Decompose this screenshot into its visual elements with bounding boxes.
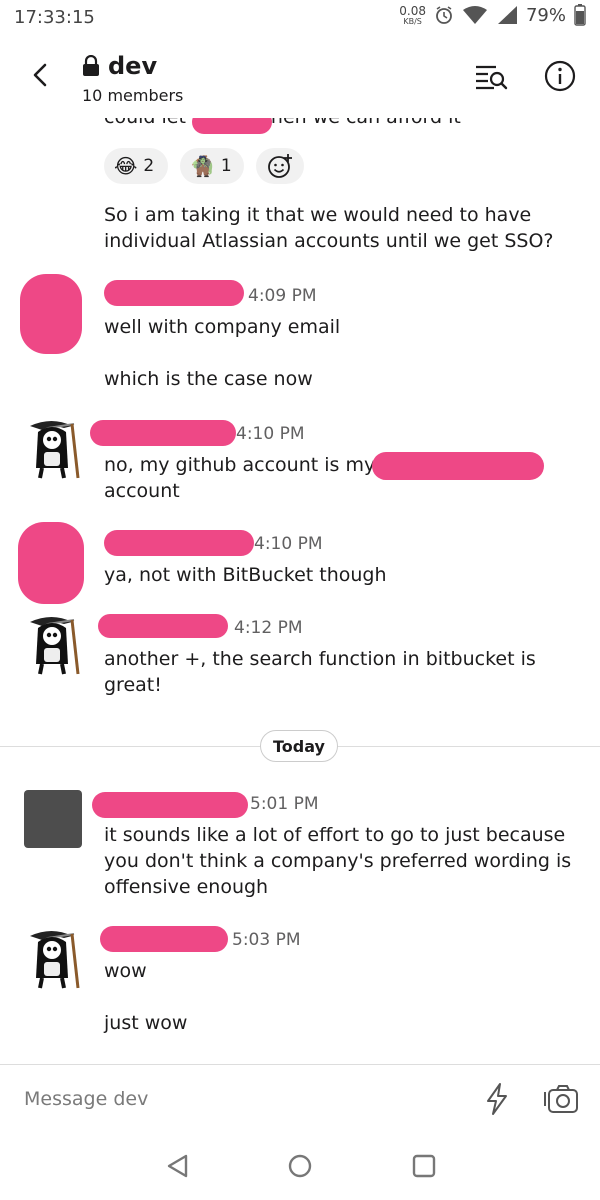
camera-icon [544, 1085, 578, 1113]
joy-emoji-icon: 😂 [114, 154, 138, 178]
reaction-count: 2 [143, 156, 155, 176]
battery-icon [574, 4, 586, 26]
battery-percent: 79% [525, 4, 566, 26]
info-icon [544, 60, 576, 92]
reaction-joy[interactable]: 😂 2 [104, 148, 168, 184]
add-reaction-button[interactable] [256, 148, 304, 184]
reaction-row: 😂 2 🧌 1 [104, 148, 304, 184]
member-count[interactable]: 10 members [82, 86, 183, 105]
message-text: no, my github account is my [104, 454, 376, 476]
message-text: So i am taking it that we would need to … [104, 204, 554, 252]
message-timestamp: 5:03 PM [232, 930, 301, 950]
message-text: ya, not with BitBucket though [104, 564, 387, 586]
redacted-name [90, 420, 236, 446]
alarm-icon [436, 6, 452, 24]
reaction-trollface[interactable]: 🧌 1 [180, 148, 244, 184]
message-timestamp: 4:12 PM [234, 618, 303, 638]
message-text: well with company email [104, 316, 341, 338]
lightning-icon [487, 1083, 507, 1115]
message-text: great! [104, 674, 162, 696]
message-timestamp: 5:01 PM [250, 794, 319, 814]
channel-name: dev [108, 52, 158, 80]
message-timestamp: 4:10 PM [254, 534, 323, 554]
reaction-count: 1 [220, 156, 232, 176]
message-feed[interactable]: could let go and then we can afford it 😂… [0, 118, 600, 1066]
redacted-name [92, 792, 248, 818]
triangle-back-icon [167, 1154, 188, 1178]
circle-home-icon [288, 1154, 312, 1178]
message-text: it sounds like a lot of effort to go to … [104, 824, 566, 846]
shortcuts-button[interactable] [482, 1082, 512, 1116]
grim-reaper-avatar[interactable] [22, 418, 84, 482]
square-recents-icon [412, 1154, 436, 1178]
info-button[interactable] [544, 60, 576, 92]
message-timestamp: 4:09 PM [248, 286, 317, 306]
cut-off-message-text: could let go and then we can afford it [104, 118, 461, 128]
message-text: wow [104, 960, 147, 982]
status-icons: 0.08 KB/S 79% [399, 4, 586, 26]
status-bar: 17:33:15 0.08 KB/S 79% [0, 0, 600, 38]
message-text: you don't think a company's preferred wo… [104, 850, 572, 872]
system-nav-bar [0, 1130, 600, 1200]
message-text: account [104, 480, 180, 502]
status-time: 17:33:15 [14, 7, 95, 28]
channel-title[interactable]: dev [82, 52, 157, 80]
message-text: just wow [104, 1012, 188, 1034]
day-divider-label: Today [260, 730, 338, 762]
attach-button[interactable] [542, 1082, 580, 1116]
message-text: another +, the search function in bitbuc… [104, 648, 536, 670]
grim-reaper-avatar[interactable] [22, 928, 84, 992]
network-speed: 0.08 KB/S [399, 5, 426, 26]
avatar[interactable] [24, 790, 82, 848]
redacted-name [98, 614, 228, 638]
net-speed-unit: KB/S [403, 16, 422, 26]
back-button[interactable] [28, 60, 52, 90]
redacted-name [104, 280, 244, 306]
signal-icon [497, 6, 517, 24]
nav-home-button[interactable] [286, 1152, 314, 1180]
lock-icon [83, 55, 99, 76]
search-button[interactable] [474, 62, 508, 90]
add-reaction-icon [268, 154, 292, 178]
message-composer [0, 1064, 600, 1130]
nav-recents-button[interactable] [410, 1152, 438, 1180]
wifi-icon [462, 6, 487, 24]
redacted-text [372, 452, 544, 480]
avatar[interactable] [20, 274, 82, 354]
grim-reaper-avatar[interactable] [22, 614, 84, 678]
channel-header: dev 10 members [0, 38, 600, 118]
net-speed-value: 0.08 [399, 3, 426, 18]
redacted-name [100, 926, 228, 952]
search-list-icon [476, 65, 508, 90]
message-timestamp: 4:10 PM [236, 424, 305, 444]
redacted-name [192, 118, 272, 134]
message-text: offensive enough [104, 876, 269, 898]
avatar[interactable] [18, 522, 84, 604]
back-icon [33, 63, 47, 87]
trollface-emoji-icon: 🧌 [190, 154, 215, 178]
message-input[interactable] [24, 1085, 444, 1113]
nav-back-button[interactable] [164, 1152, 192, 1180]
message-text: which is the case now [104, 368, 313, 390]
redacted-name [104, 530, 254, 556]
